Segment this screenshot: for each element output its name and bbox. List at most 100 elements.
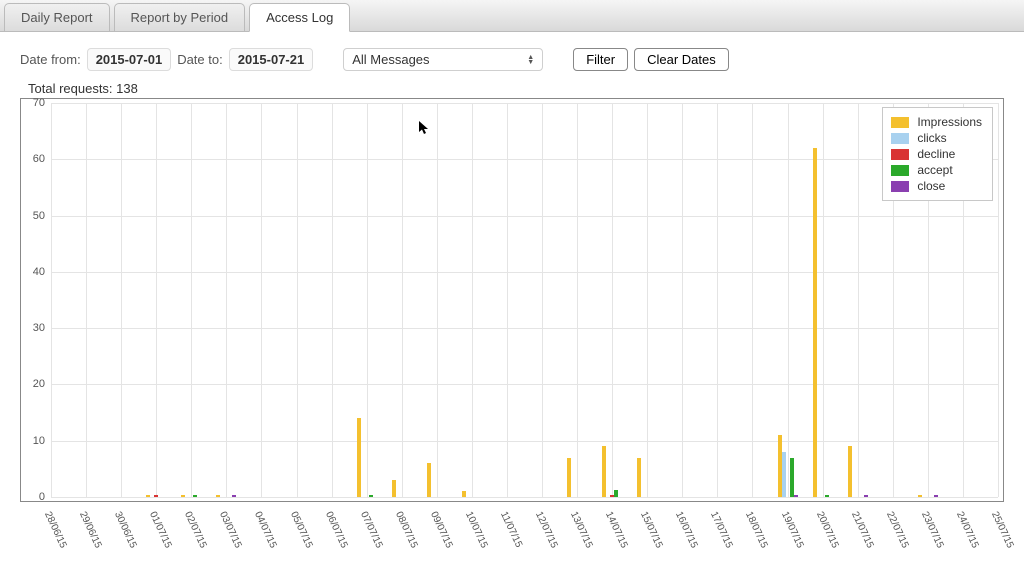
legend-row: clicks [891, 130, 982, 146]
x-tick-label: 12/07/15 [533, 510, 559, 550]
x-tick-label: 18/07/15 [743, 510, 769, 550]
gridline-h [51, 497, 998, 498]
bar [181, 495, 185, 497]
x-tick-label: 15/07/15 [638, 510, 664, 550]
x-tick-label: 25/07/15 [989, 510, 1015, 550]
x-tick-label: 19/07/15 [779, 510, 805, 550]
bar-group [392, 480, 412, 497]
bar [146, 495, 150, 497]
legend-row: decline [891, 146, 982, 162]
y-tick-label: 10 [33, 435, 45, 447]
bar-group [216, 495, 236, 497]
bar [602, 446, 606, 497]
x-tick-label: 13/07/15 [568, 510, 594, 550]
bar-group [427, 463, 447, 497]
message-filter-value: All Messages [352, 52, 429, 67]
date-to-input[interactable]: 2015-07-21 [229, 48, 314, 71]
legend-label: close [917, 179, 945, 193]
bar-group [146, 495, 166, 497]
bar-group [778, 435, 798, 497]
x-tick-label: 02/07/15 [182, 510, 208, 550]
bar-group [848, 446, 868, 497]
legend-label: Impressions [917, 115, 982, 129]
x-tick-label: 01/07/15 [147, 510, 173, 550]
legend-swatch [891, 117, 909, 128]
bar [782, 452, 786, 497]
bar-group [181, 495, 201, 497]
x-tick-label: 11/07/15 [498, 510, 524, 549]
bar-group [357, 418, 377, 497]
bar [614, 490, 618, 497]
bar [813, 148, 817, 497]
x-tick-label: 09/07/15 [428, 510, 454, 550]
bar [357, 418, 361, 497]
bar-group [637, 458, 657, 497]
chevron-updown-icon: ▲▼ [527, 55, 534, 65]
bar-group [918, 495, 938, 497]
x-tick-label: 29/06/15 [77, 510, 103, 550]
x-tick-label: 05/07/15 [288, 510, 314, 550]
filter-controls: Date from: 2015-07-01 Date to: 2015-07-2… [0, 32, 1024, 77]
x-tick-label: 23/07/15 [919, 510, 945, 550]
y-tick-label: 60 [33, 153, 45, 165]
chart-legend: Impressions clicks decline accept close [882, 107, 993, 201]
x-tick-label: 07/07/15 [358, 510, 384, 550]
legend-swatch [891, 181, 909, 192]
x-tick-label: 03/07/15 [217, 510, 243, 550]
chart: 010203040506070 Impressionsclicksdecline… [20, 98, 1004, 557]
tab-bar: Daily Report Report by Period Access Log [0, 0, 1024, 32]
y-tick-label: 20 [33, 378, 45, 390]
x-tick-label: 20/07/15 [814, 510, 840, 550]
y-tick-label: 30 [33, 322, 45, 334]
x-tick-label: 16/07/15 [673, 510, 699, 550]
x-tick-label: 21/07/15 [849, 510, 875, 550]
legend-row: close [891, 178, 982, 194]
bar [918, 495, 922, 497]
bar [462, 491, 466, 497]
clear-dates-button[interactable]: Clear Dates [634, 48, 729, 71]
date-to-label: Date to: [177, 52, 223, 67]
y-tick-label: 40 [33, 266, 45, 278]
message-filter-select[interactable]: All Messages ▲▼ [343, 48, 543, 71]
bar-group [567, 458, 587, 497]
legend-label: decline [917, 147, 955, 161]
bar [790, 458, 794, 497]
x-tick-label: 08/07/15 [393, 510, 419, 550]
bar [794, 495, 798, 497]
legend-label: accept [917, 163, 952, 177]
bar [427, 463, 431, 497]
filter-button[interactable]: Filter [573, 48, 628, 71]
legend-label: clicks [917, 131, 946, 145]
bar [567, 458, 571, 497]
chart-plot: 010203040506070 Impressionsclicksdecline… [20, 98, 1004, 502]
bar [825, 495, 829, 497]
x-tick-label: 30/06/15 [112, 510, 138, 550]
tab-access-log[interactable]: Access Log [249, 3, 350, 32]
date-from-label: Date from: [20, 52, 81, 67]
x-tick-label: 14/07/15 [603, 510, 629, 550]
x-tick-label: 17/07/15 [708, 510, 734, 550]
legend-swatch [891, 133, 909, 144]
x-tick-label: 24/07/15 [954, 510, 980, 550]
x-tick-label: 06/07/15 [323, 510, 349, 550]
bar [193, 495, 197, 497]
tab-daily-report[interactable]: Daily Report [4, 3, 110, 31]
legend-swatch [891, 149, 909, 160]
x-tick-label: 22/07/15 [884, 510, 910, 550]
bar [934, 495, 938, 497]
bar [369, 495, 373, 497]
gridline-v [998, 103, 999, 497]
bar-group [602, 446, 622, 497]
tab-report-by-period[interactable]: Report by Period [114, 3, 246, 31]
date-from-input[interactable]: 2015-07-01 [87, 48, 172, 71]
x-tick-label: 10/07/15 [463, 510, 489, 550]
bar [154, 495, 158, 497]
bar-group [813, 148, 833, 497]
bar [848, 446, 852, 497]
bar [392, 480, 396, 497]
legend-row: Impressions [891, 114, 982, 130]
bar-group [462, 491, 482, 497]
bar [637, 458, 641, 497]
total-requests-label: Total requests: 138 [0, 77, 1024, 98]
x-tick-label: 04/07/15 [252, 510, 278, 550]
